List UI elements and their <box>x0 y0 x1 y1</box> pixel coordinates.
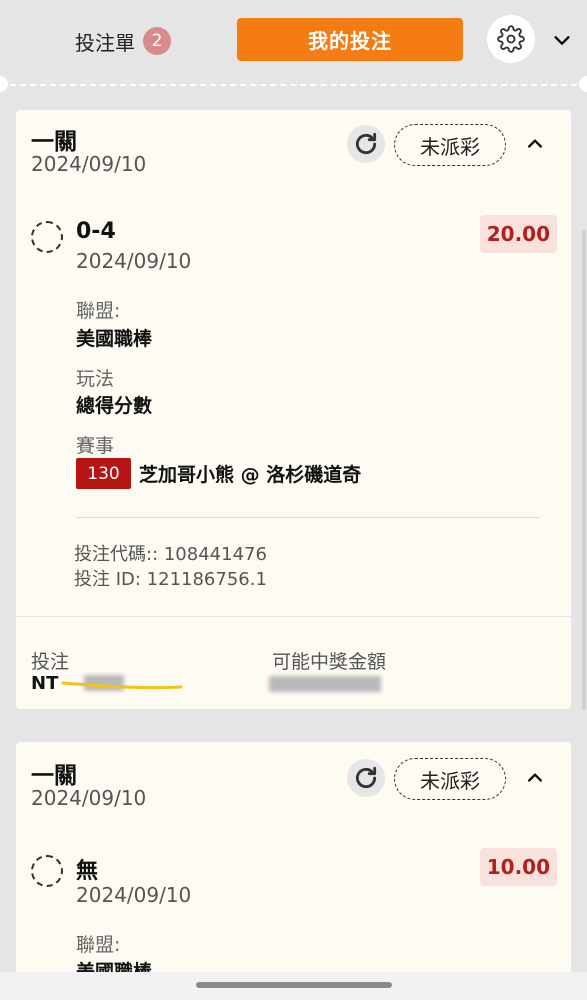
selection-radio[interactable] <box>31 221 63 253</box>
selection-date: 2024/09/10 <box>76 883 192 907</box>
divider-full <box>16 616 571 617</box>
bet-type-title: 一關 <box>31 763 77 789</box>
bet-card: 一關 2024/09/10 未派彩 無 2024/09/10 10.00 聯盟:… <box>16 742 571 1000</box>
bet-type-title: 一關 <box>31 129 77 155</box>
league-label: 聯盟: <box>76 934 121 956</box>
expand-button[interactable] <box>548 26 576 54</box>
chevron-up-icon <box>528 139 542 148</box>
selection-radio[interactable] <box>31 855 63 887</box>
slip-count-badge: 2 <box>143 27 171 55</box>
bet-code: 投注代碼:: 108441476 <box>74 544 267 565</box>
bet-date: 2024/09/10 <box>31 152 147 176</box>
home-indicator[interactable] <box>196 982 392 988</box>
event-row: 130 芝加哥小熊 @ 洛杉磯道奇 <box>76 458 361 489</box>
ticket-notch-right <box>579 76 587 92</box>
collapse-button[interactable] <box>521 130 549 158</box>
selection-date: 2024/09/10 <box>76 249 192 273</box>
market-label: 玩法 <box>76 368 115 390</box>
tab-bet-slip-label: 投注單 <box>75 30 135 55</box>
refresh-button[interactable] <box>347 125 385 163</box>
collapse-button[interactable] <box>521 764 549 792</box>
status-badge: 未派彩 <box>394 758 506 800</box>
bet-id: 投注 ID: 121186756.1 <box>74 569 267 590</box>
event-name: 芝加哥小熊 @ 洛杉磯道奇 <box>139 464 362 486</box>
odds-badge: 20.00 <box>479 215 557 253</box>
league-label: 聯盟: <box>76 300 121 322</box>
league-value: 美國職棒 <box>76 328 153 350</box>
gear-icon <box>497 25 525 53</box>
ticket-tear-line <box>0 84 587 86</box>
payout-label: 可能中獎金額 <box>272 651 387 673</box>
yellow-scribble <box>61 681 183 690</box>
selection-name: 無 <box>76 859 99 884</box>
stake-label: 投注 <box>31 651 70 673</box>
event-number-badge: 130 <box>76 458 131 489</box>
refresh-icon <box>355 132 377 155</box>
divider <box>76 517 540 518</box>
bet-date: 2024/09/10 <box>31 786 147 810</box>
chevron-up-icon <box>528 773 542 782</box>
status-badge: 未派彩 <box>394 124 506 166</box>
odds-badge: 10.00 <box>479 848 557 886</box>
chevron-down-icon <box>554 36 570 45</box>
scrollbar[interactable] <box>582 230 586 710</box>
system-nav-bar <box>0 972 587 1000</box>
payout-redacted <box>269 676 381 692</box>
stake-value: NT <box>31 673 59 694</box>
settings-button[interactable] <box>487 15 535 63</box>
event-label: 賽事 <box>76 435 115 457</box>
market-value: 總得分數 <box>76 395 153 417</box>
refresh-button[interactable] <box>347 759 385 797</box>
selection-name: 0-4 <box>76 219 116 244</box>
tab-bet-slip[interactable]: 投注單 2 <box>75 26 171 56</box>
my-bets-button[interactable]: 我的投注 <box>237 18 463 61</box>
bet-slip-header: 投注單 2 我的投注 <box>0 0 587 82</box>
refresh-icon <box>355 766 377 789</box>
bet-card: 一關 2024/09/10 未派彩 0-4 2024/09/10 20.00 聯… <box>16 110 571 709</box>
